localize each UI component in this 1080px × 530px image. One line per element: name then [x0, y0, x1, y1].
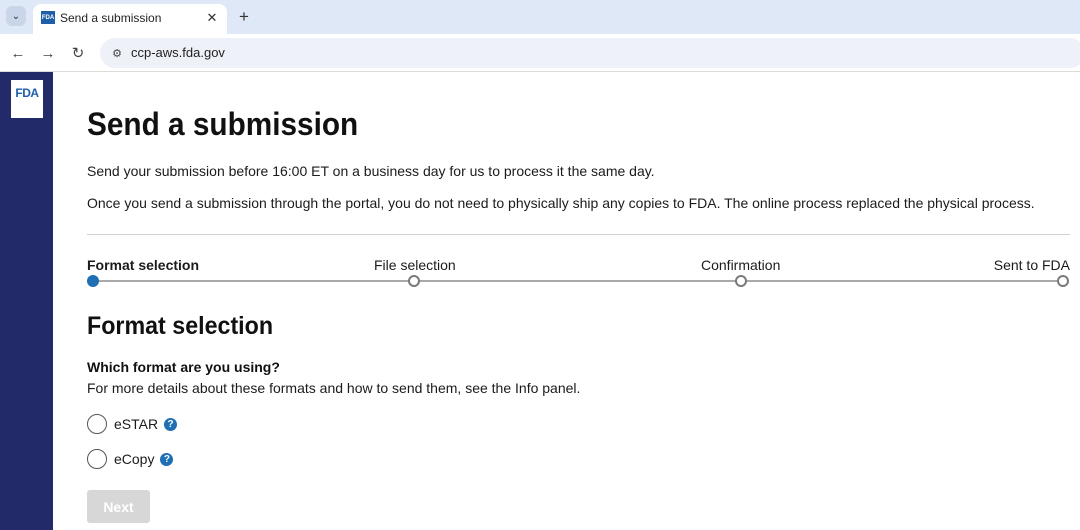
step-label-format-selection: Format selection — [87, 257, 200, 273]
next-button[interactable]: Next — [87, 490, 150, 523]
format-option-ecopy[interactable]: eCopy ? — [87, 448, 174, 470]
intro-deadline-text: Send your submission before 16:00 ET on … — [87, 163, 655, 179]
ecopy-radio[interactable] — [87, 449, 107, 469]
progress-stepper: Format selection File selection Confirma… — [87, 256, 1070, 296]
forward-arrow-icon[interactable]: → — [38, 43, 58, 63]
tab-title: Send a submission — [60, 11, 162, 25]
format-help-text: For more details about these formats and… — [87, 380, 581, 396]
fda-favicon-icon: FDA — [41, 11, 55, 24]
tab-list-chevron-icon[interactable]: ⌄ — [6, 6, 26, 26]
step-dot-confirmation — [735, 275, 747, 287]
left-nav-rail: FDA — [0, 72, 53, 530]
site-info-tune-icon[interactable]: ⚙ — [108, 44, 126, 62]
back-arrow-icon[interactable]: ← — [8, 43, 28, 63]
ecopy-help-icon[interactable]: ? — [160, 452, 174, 466]
step-label-file-selection: File selection — [374, 257, 456, 273]
browser-tab[interactable]: FDA Send a submission ✕ — [33, 4, 227, 34]
format-option-estar[interactable]: eSTAR ? — [87, 413, 178, 435]
new-tab-plus-icon[interactable]: + — [234, 7, 254, 27]
close-tab-icon[interactable]: ✕ — [203, 9, 221, 27]
url-text[interactable]: ccp-aws.fda.gov — [131, 45, 225, 60]
estar-radio-label[interactable]: eSTAR — [114, 416, 158, 432]
intro-shipping-text: Once you send a submission through the p… — [87, 195, 1035, 211]
browser-tab-bar: ⌄ FDA Send a submission ✕ + — [0, 0, 1080, 34]
step-dot-format-selection — [87, 275, 99, 287]
page-title: Send a submission — [87, 106, 359, 142]
estar-help-icon[interactable]: ? — [164, 417, 178, 431]
reload-icon[interactable]: ↻ — [68, 43, 88, 63]
estar-radio[interactable] — [87, 414, 107, 434]
divider — [87, 234, 1070, 235]
stepper-track — [93, 280, 1063, 282]
section-title: Format selection — [87, 312, 274, 340]
step-label-confirmation: Confirmation — [701, 257, 781, 273]
fda-logo[interactable]: FDA — [11, 80, 43, 118]
address-bar[interactable]: ⚙ ccp-aws.fda.gov — [100, 38, 1080, 68]
step-label-sent-to-fda: Sent to FDA — [993, 257, 1070, 273]
step-dot-file-selection — [408, 275, 420, 287]
browser-toolbar: ← → ↻ ⚙ ccp-aws.fda.gov — [0, 34, 1080, 72]
ecopy-radio-label[interactable]: eCopy — [114, 451, 154, 467]
step-dot-sent-to-fda — [1057, 275, 1069, 287]
fda-logo-text: FDA — [15, 86, 39, 100]
format-question: Which format are you using? — [87, 359, 280, 375]
